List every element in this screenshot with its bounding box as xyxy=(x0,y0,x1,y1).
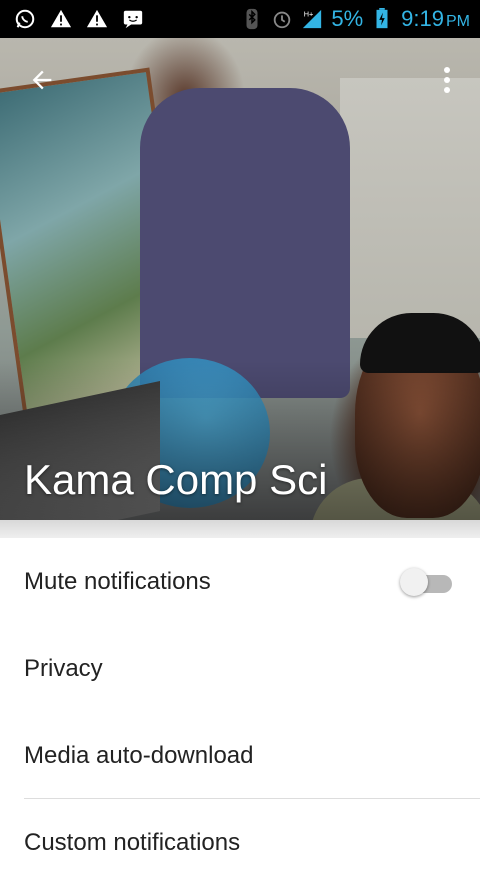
warning-icon xyxy=(50,9,72,28)
arrow-back-icon xyxy=(32,70,52,90)
privacy-label: Privacy xyxy=(24,654,103,682)
photo-person-shirt xyxy=(140,88,350,398)
battery-charging-icon xyxy=(376,8,388,29)
group-name: Kama Comp Sci xyxy=(24,456,328,503)
mute-notifications-row[interactable]: Mute notifications xyxy=(0,538,480,625)
battery-percent: 5% xyxy=(331,6,364,31)
bluetooth-icon xyxy=(246,8,258,30)
clock: 9:19 PM xyxy=(401,6,470,31)
custom-notifications-label: Custom notifications xyxy=(24,828,241,856)
back-button[interactable] xyxy=(24,62,60,98)
photo-wall xyxy=(340,78,480,338)
media-auto-download-label: Media auto-download xyxy=(24,741,254,769)
whatsapp-icon xyxy=(15,9,35,29)
media-auto-download-row[interactable]: Media auto-download xyxy=(0,712,480,799)
more-options-button[interactable] xyxy=(432,62,462,98)
status-bar: H+ 5% 9:19 PM xyxy=(0,0,480,38)
alarm-icon xyxy=(274,11,291,29)
mute-notifications-label: Mute notifications xyxy=(24,567,211,595)
group-header-photo: Kama Comp Sci xyxy=(0,38,480,520)
more-vert-icon xyxy=(444,67,450,93)
svg-text:H+: H+ xyxy=(304,9,314,18)
section-divider xyxy=(0,520,480,538)
signal-icon: H+ xyxy=(303,9,322,29)
chat-icon xyxy=(123,10,143,29)
settings-list: Mute notifications Privacy Media auto-do… xyxy=(0,538,480,886)
mute-notifications-toggle[interactable] xyxy=(400,568,456,596)
privacy-row[interactable]: Privacy xyxy=(0,625,480,712)
warning-icon xyxy=(86,9,108,28)
toggle-knob xyxy=(400,568,428,596)
system-icons: H+ 5% 9:19 PM xyxy=(241,6,480,32)
notification-icons xyxy=(0,8,144,30)
custom-notifications-row[interactable]: Custom notifications xyxy=(0,799,480,886)
